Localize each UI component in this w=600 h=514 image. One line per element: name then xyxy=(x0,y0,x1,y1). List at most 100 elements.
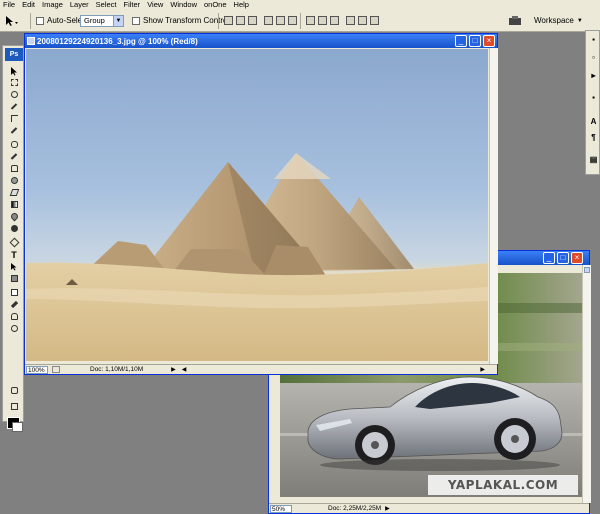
menu-layer[interactable]: Layer xyxy=(70,0,89,10)
clone-stamp-tool[interactable] xyxy=(7,163,21,174)
quick-mask-mode[interactable] xyxy=(7,385,21,396)
actions-icon[interactable]: ▸ xyxy=(589,71,598,80)
shape-tool[interactable] xyxy=(7,273,21,284)
distribute-vcenter-icon[interactable] xyxy=(318,16,327,25)
workspace-menu[interactable]: Workspace ▼ xyxy=(534,14,583,27)
zoom-tool[interactable] xyxy=(7,323,21,334)
maximize-button[interactable]: □ xyxy=(557,252,569,264)
pyramids-image xyxy=(26,49,488,361)
rectangle-shape-icon xyxy=(10,275,18,282)
lasso-tool[interactable] xyxy=(7,89,21,100)
menu-window[interactable]: Window xyxy=(170,0,197,10)
palette-well: ▪ ▫ ▸ ▪ A ¶ ▤ xyxy=(585,30,600,175)
move-tool-icon xyxy=(6,15,18,26)
note-icon xyxy=(10,289,18,296)
workspace-label: Workspace xyxy=(534,16,574,25)
menu-edit[interactable]: Edit xyxy=(22,0,35,10)
eraser-tool[interactable] xyxy=(7,187,21,198)
pen-tool[interactable] xyxy=(7,237,21,248)
auto-select-dropdown[interactable]: Group ▼ xyxy=(80,14,124,27)
car-vertical-scrollbar[interactable] xyxy=(582,265,591,503)
align-bottom-icon[interactable] xyxy=(248,16,257,25)
menu-bar: File Edit Image Layer Select Filter View… xyxy=(0,0,600,10)
align-right-icon[interactable] xyxy=(288,16,297,25)
bridge-icon xyxy=(509,16,521,25)
path-selection-tool[interactable] xyxy=(7,261,21,272)
brush-tool[interactable] xyxy=(7,151,21,162)
marquee-tool[interactable] xyxy=(7,77,21,88)
close-button[interactable]: × xyxy=(571,252,583,264)
scroll-right-icon[interactable]: ▶ xyxy=(480,366,485,373)
history-brush-tool[interactable] xyxy=(7,175,21,186)
play-icon[interactable]: ▶ xyxy=(385,505,390,512)
notes-tool[interactable] xyxy=(7,287,21,298)
pyramids-status-bar: 100% Doc: 1,10M/1,10M ▶ ◀ ▶ xyxy=(25,364,497,374)
screen-mode[interactable] xyxy=(7,401,21,412)
menu-filter[interactable]: Filter xyxy=(124,0,141,10)
minimize-button[interactable]: _ xyxy=(455,35,467,47)
pyramids-window-title: 200801292249201​36_3.jpg @ 100% (Red/8) xyxy=(37,36,198,46)
menu-onone[interactable]: onOne xyxy=(204,0,227,10)
dodge-tool[interactable] xyxy=(7,223,21,234)
distribute-left-icon[interactable] xyxy=(346,16,355,25)
bridge-button[interactable] xyxy=(508,14,524,27)
align-top-icon[interactable] xyxy=(224,16,233,25)
car-doc-size[interactable]: Doc: 2,25M/2,25M xyxy=(328,505,381,512)
status-options-icon[interactable] xyxy=(52,366,60,373)
align-left-icon[interactable] xyxy=(264,16,273,25)
options-separator xyxy=(30,13,31,29)
chevron-down-icon: ▼ xyxy=(576,17,583,24)
show-transform-label: Show Transform Controls xyxy=(143,16,234,25)
move-tool-icon xyxy=(11,66,17,75)
car-zoom-field[interactable]: 50% xyxy=(270,504,292,513)
pyramids-vertical-scrollbar[interactable] xyxy=(489,48,498,364)
paragraph-palette-button[interactable]: ¶ xyxy=(589,133,598,142)
pyramids-doc-size[interactable]: Doc: 1,10M/1,10M xyxy=(90,366,143,373)
distribute-hcenter-icon[interactable] xyxy=(358,16,367,25)
close-button[interactable]: × xyxy=(483,35,495,47)
car-status-bar: 50% Doc: 2,25M/2,25M ▶ xyxy=(269,503,589,513)
type-tool[interactable]: T xyxy=(7,249,21,260)
distribute-bottom-icon[interactable] xyxy=(330,16,339,25)
play-icon[interactable]: ▶ xyxy=(171,366,176,373)
menu-select[interactable]: Select xyxy=(96,0,117,10)
healing-brush-tool[interactable] xyxy=(7,139,21,150)
pyramids-zoom-field[interactable]: 100% xyxy=(26,365,48,374)
gradient-tool[interactable] xyxy=(7,199,21,210)
slice-tool[interactable] xyxy=(7,125,21,136)
align-buttons xyxy=(224,14,300,27)
eyedropper-tool[interactable] xyxy=(7,299,21,310)
hand-tool[interactable] xyxy=(7,311,21,322)
character-palette-button[interactable]: A xyxy=(589,117,598,126)
tool-preset-picker[interactable] xyxy=(4,14,20,27)
scroll-left-icon[interactable]: ◀ xyxy=(182,366,187,373)
distribute-right-icon[interactable] xyxy=(370,16,379,25)
show-transform-checkbox[interactable] xyxy=(132,16,140,25)
menu-file[interactable]: File xyxy=(3,0,15,10)
tool-presets-icon[interactable]: ▪ xyxy=(589,93,598,102)
document-icon xyxy=(27,37,35,45)
align-vcenter-icon[interactable] xyxy=(236,16,245,25)
align-hcenter-icon[interactable] xyxy=(276,16,285,25)
pyramids-window-titlebar[interactable]: 200801292249201​36_3.jpg @ 100% (Red/8) xyxy=(25,34,497,48)
maximize-button[interactable]: □ xyxy=(469,35,481,47)
toolbox: Ps T xyxy=(2,45,24,432)
blur-tool[interactable] xyxy=(7,211,21,222)
magic-wand-tool[interactable] xyxy=(7,101,21,112)
minimize-button[interactable]: _ xyxy=(543,252,555,264)
history-icon[interactable]: ▫ xyxy=(589,53,598,62)
brushes-icon[interactable]: ▤ xyxy=(589,155,598,164)
menu-image[interactable]: Image xyxy=(42,0,63,10)
menu-help[interactable]: Help xyxy=(234,0,249,10)
brush-icon xyxy=(10,153,18,160)
move-tool[interactable] xyxy=(7,65,21,76)
chevron-down-icon: ▼ xyxy=(113,15,123,26)
crop-tool[interactable] xyxy=(7,113,21,124)
menu-view[interactable]: View xyxy=(147,0,163,10)
background-color-swatch[interactable] xyxy=(12,422,23,432)
eraser-icon xyxy=(9,189,19,196)
scroll-up-icon[interactable] xyxy=(584,267,590,273)
auto-select-checkbox[interactable] xyxy=(36,16,44,25)
navigator-icon[interactable]: ▪ xyxy=(589,35,598,44)
distribute-top-icon[interactable] xyxy=(306,16,315,25)
